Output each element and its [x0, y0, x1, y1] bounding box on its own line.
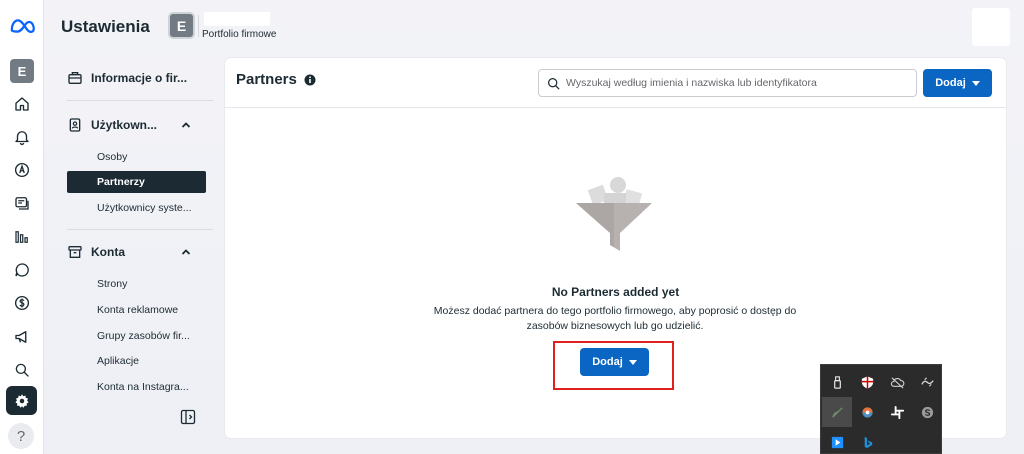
nav-item-system-users[interactable]: Użytkownicy syste...	[67, 197, 206, 219]
chevron-up-icon[interactable]	[180, 246, 192, 258]
add-partner-button[interactable]: Dodaj	[923, 69, 992, 97]
search-icon	[548, 77, 560, 89]
panel-title: Partners	[236, 71, 316, 88]
empty-state-funnel-icon	[576, 177, 652, 251]
color-ball-icon[interactable]	[852, 397, 882, 427]
nav-item-ad-accounts[interactable]: Konta reklamowe	[67, 299, 206, 321]
nav-item-asset-groups[interactable]: Grupy zasobów fir...	[67, 325, 206, 347]
user-badge-icon	[69, 118, 81, 132]
portfolio-avatar[interactable]: E	[168, 12, 195, 39]
nav-accounts-label: Konta	[91, 245, 125, 259]
empty-state-description: Możesz dodać partnera do tego portfolio …	[433, 305, 797, 332]
nav-users-section[interactable]: Użytkown...	[67, 114, 191, 136]
nav-accounts-section[interactable]: Konta	[67, 241, 191, 263]
meta-logo-icon[interactable]	[9, 16, 37, 36]
caret-down-icon	[628, 359, 637, 365]
nav-business-info-label: Informacje o fir...	[91, 71, 188, 85]
nav-item-partnerzy[interactable]: Partnerzy	[67, 171, 206, 193]
panel-header: Partners Dodaj	[225, 58, 1006, 108]
briefcase-icon	[68, 72, 82, 84]
settings-nav: Informacje o fir... Użytkown... Osoby Pa…	[52, 58, 218, 438]
system-tray-popup	[820, 364, 942, 454]
add-button-label: Dodaj	[935, 77, 966, 89]
search-input[interactable]	[566, 77, 916, 89]
megaphone-icon[interactable]	[10, 325, 34, 349]
collapse-sidebar-icon[interactable]	[180, 409, 196, 425]
usb-drive-icon[interactable]	[822, 367, 852, 397]
slack-icon[interactable]	[882, 397, 912, 427]
search-field[interactable]	[538, 69, 917, 97]
ads-compass-icon[interactable]	[10, 158, 34, 182]
empty-add-partner-button[interactable]: Dodaj	[580, 348, 649, 376]
nav-divider	[67, 229, 213, 230]
help-icon[interactable]: ?	[8, 423, 34, 449]
profile-box[interactable]	[972, 8, 1010, 46]
media-player-icon[interactable]	[822, 427, 852, 454]
add-button-label: Dodaj	[592, 356, 623, 368]
account-avatar[interactable]: E	[10, 59, 34, 83]
caret-down-icon	[971, 80, 980, 86]
icon-rail: E ?	[0, 0, 44, 454]
cloud-offline-icon[interactable]	[882, 367, 912, 397]
empty-state-title: No Partners added yet	[551, 285, 680, 299]
portfolio-label[interactable]: Portfolio firmowe	[202, 29, 276, 40]
nav-item-instagram[interactable]: Konta na Instagra...	[67, 376, 206, 398]
nav-divider	[67, 100, 213, 101]
home-icon[interactable]	[10, 92, 34, 116]
billing-dollar-icon[interactable]	[10, 291, 34, 315]
nav-business-info[interactable]: Informacje o fir...	[67, 67, 187, 89]
archive-box-icon	[68, 246, 82, 258]
app-tray-icon[interactable]	[912, 367, 942, 397]
nav-item-apps[interactable]: Aplikacje	[67, 350, 206, 372]
insights-bars-icon[interactable]	[10, 225, 34, 249]
nav-item-strony[interactable]: Strony	[67, 273, 206, 295]
pen-tray-icon[interactable]	[822, 397, 852, 427]
top-header: Ustawienia E Portfolio firmowe	[44, 0, 1024, 56]
portfolio-name-redacted	[204, 12, 270, 26]
header-divider	[198, 15, 199, 37]
search-icon[interactable]	[10, 358, 34, 382]
nav-users-label: Użytkown...	[91, 118, 158, 132]
page-title: Ustawienia	[61, 17, 150, 36]
bing-icon[interactable]	[852, 427, 882, 454]
bell-icon[interactable]	[10, 125, 34, 149]
nav-item-osoby[interactable]: Osoby	[67, 146, 206, 168]
chevron-up-icon[interactable]	[180, 119, 192, 131]
settings-gear-icon[interactable]	[6, 386, 37, 415]
skype-icon[interactable]	[912, 397, 942, 427]
chat-bubble-icon[interactable]	[10, 258, 34, 282]
info-icon[interactable]	[304, 74, 316, 86]
security-shield-icon[interactable]	[852, 367, 882, 397]
pages-icon[interactable]	[10, 191, 34, 215]
panel-title-text: Partners	[236, 71, 297, 88]
